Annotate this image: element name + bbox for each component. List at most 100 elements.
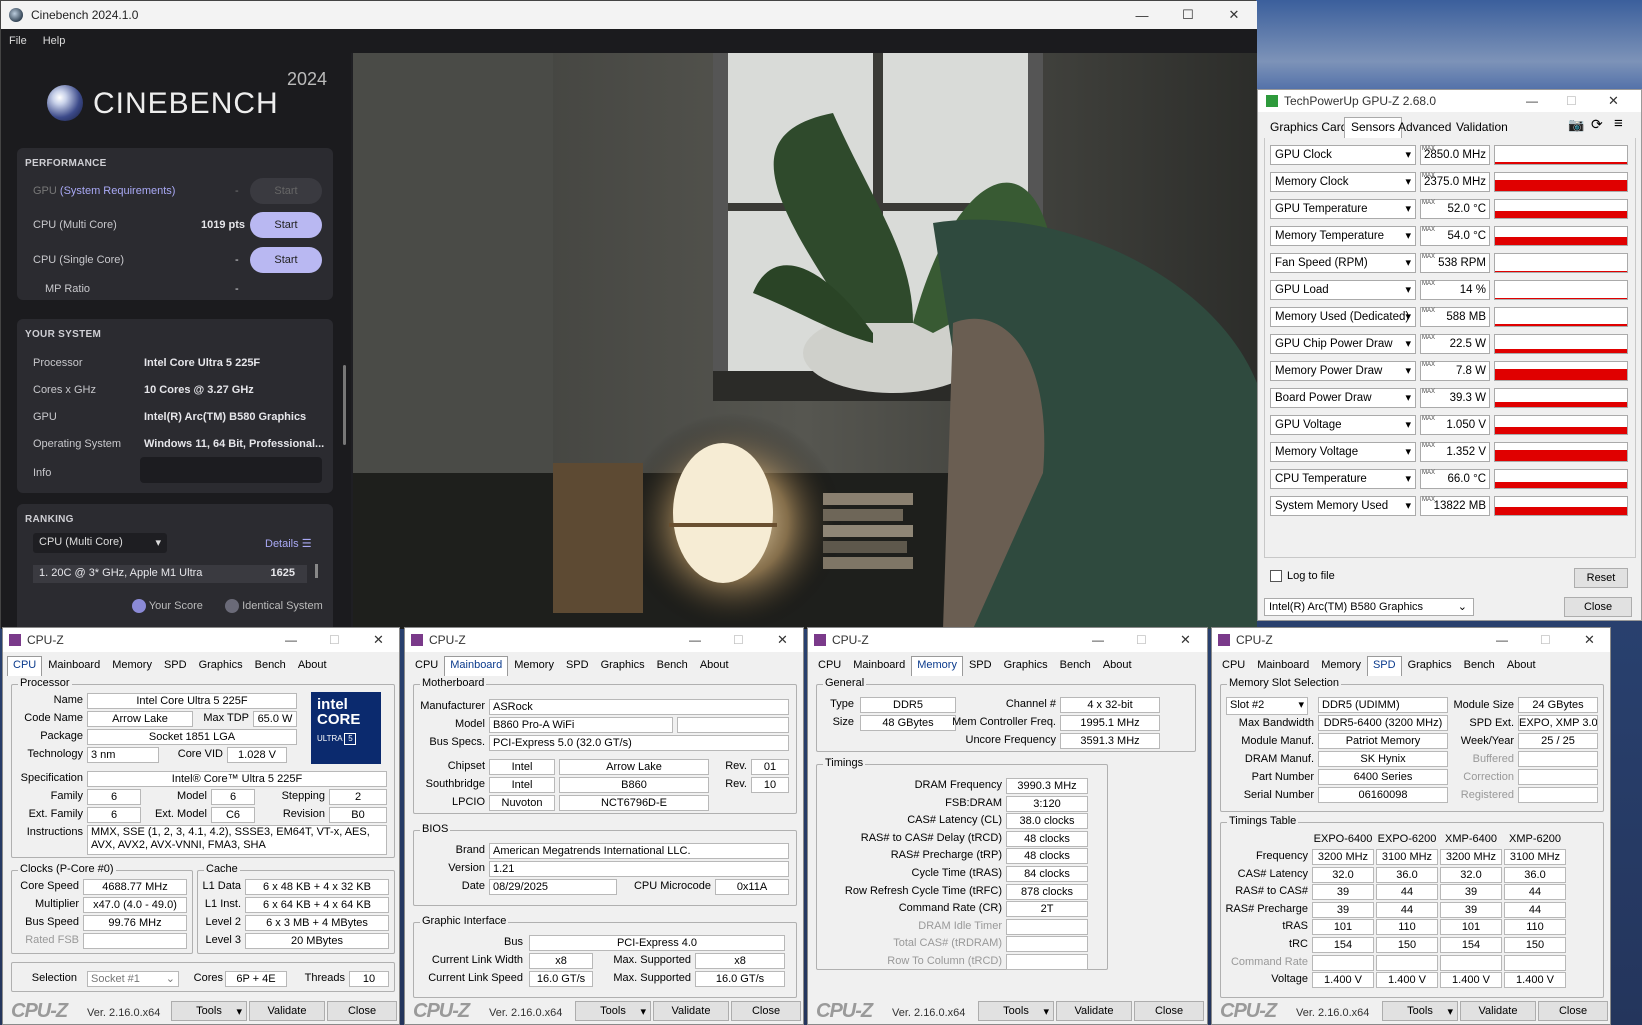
- tab-cpu[interactable]: CPU: [409, 656, 444, 676]
- system-requirements-link[interactable]: (System Requirements): [60, 185, 176, 197]
- sensor-name-dropdown[interactable]: GPU Chip Power Draw: [1270, 334, 1416, 354]
- sensor-name-dropdown[interactable]: Memory Clock: [1270, 172, 1416, 192]
- tab-spd[interactable]: SPD: [560, 656, 595, 676]
- maximize-button[interactable]: ☐: [1540, 633, 1551, 647]
- gpu-select-dropdown[interactable]: Intel(R) Arc(TM) B580 Graphics ⌄: [1264, 598, 1474, 616]
- gpuz-tab-validation[interactable]: Validation: [1456, 120, 1508, 134]
- single-core-start-button[interactable]: Start: [250, 247, 322, 273]
- sensor-name-dropdown[interactable]: CPU Temperature: [1270, 469, 1416, 489]
- sensor-name-dropdown[interactable]: Memory Voltage: [1270, 442, 1416, 462]
- sensor-name-dropdown[interactable]: GPU Clock: [1270, 145, 1416, 165]
- gpuz-minimize-button[interactable]: —: [1526, 94, 1538, 108]
- tab-about[interactable]: About: [694, 656, 735, 676]
- gpuz-reset-button[interactable]: Reset: [1574, 568, 1628, 588]
- details-link[interactable]: Details ☰: [265, 537, 312, 550]
- close-button[interactable]: ✕: [373, 632, 384, 648]
- tab-memory[interactable]: Memory: [1315, 656, 1367, 676]
- tab-spd[interactable]: SPD: [1366, 656, 1402, 676]
- close-action-button[interactable]: Close: [1538, 1001, 1608, 1021]
- sidebar-scrollbar[interactable]: [343, 365, 346, 445]
- tab-spd[interactable]: SPD: [158, 656, 193, 676]
- gpuz-maximize-button[interactable]: ☐: [1566, 94, 1577, 108]
- validate-button[interactable]: Validate: [653, 1001, 729, 1021]
- ranking-scrollbar[interactable]: [315, 564, 318, 578]
- socket-dropdown[interactable]: Socket #1 ⌄: [87, 971, 179, 987]
- tab-mainboard[interactable]: Mainboard: [42, 656, 106, 676]
- menu-icon[interactable]: ≡: [1614, 115, 1623, 132]
- tools-button[interactable]: Tools ▾: [978, 1001, 1054, 1021]
- multi-core-start-button[interactable]: Start: [250, 212, 322, 238]
- tab-about[interactable]: About: [292, 656, 333, 676]
- sensor-name-dropdown[interactable]: GPU Voltage: [1270, 415, 1416, 435]
- tab-memory[interactable]: Memory: [508, 656, 560, 676]
- sensor-name-dropdown[interactable]: Fan Speed (RPM): [1270, 253, 1416, 273]
- tab-about[interactable]: About: [1501, 656, 1542, 676]
- maximize-button[interactable]: ☐: [329, 633, 340, 647]
- validate-button[interactable]: Validate: [1460, 1001, 1536, 1021]
- tab-mainboard[interactable]: Mainboard: [1251, 656, 1315, 676]
- camera-icon[interactable]: 📷: [1568, 117, 1584, 133]
- tab-mainboard[interactable]: Mainboard: [444, 656, 509, 676]
- slot-dropdown[interactable]: Slot #2 ▾: [1226, 697, 1308, 715]
- sensor-name-dropdown[interactable]: Memory Used (Dedicated): [1270, 307, 1416, 327]
- gpu-start-button[interactable]: Start: [250, 178, 322, 204]
- tab-graphics[interactable]: Graphics: [193, 656, 249, 676]
- tab-memory[interactable]: Memory: [106, 656, 158, 676]
- tab-cpu[interactable]: CPU: [7, 656, 43, 676]
- tab-bench[interactable]: Bench: [651, 656, 694, 676]
- tab-mainboard[interactable]: Mainboard: [847, 656, 911, 676]
- module-size-label: Module Size: [1453, 699, 1514, 711]
- tab-cpu[interactable]: CPU: [1216, 656, 1251, 676]
- tab-bench[interactable]: Bench: [249, 656, 292, 676]
- gpuz-window: TechPowerUp GPU-Z 2.68.0 — ☐ ✕ Graphics …: [1257, 89, 1642, 621]
- minimize-button[interactable]: —: [689, 633, 701, 647]
- menu-file[interactable]: File: [9, 35, 27, 47]
- sensor-name-dropdown[interactable]: GPU Load: [1270, 280, 1416, 300]
- tools-button[interactable]: Tools ▾: [1382, 1001, 1458, 1021]
- menu-help[interactable]: Help: [43, 35, 66, 47]
- tab-spd[interactable]: SPD: [963, 656, 998, 676]
- gpuz-close-button[interactable]: ✕: [1608, 93, 1619, 109]
- close-action-button[interactable]: Close: [731, 1001, 801, 1021]
- close-button[interactable]: ✕: [1211, 1, 1257, 29]
- log-to-file-checkbox[interactable]: [1270, 570, 1282, 582]
- close-button[interactable]: ✕: [1180, 632, 1191, 648]
- tab-about[interactable]: About: [1097, 656, 1138, 676]
- close-action-button[interactable]: Close: [1134, 1001, 1204, 1021]
- minimize-button[interactable]: —: [1119, 1, 1165, 29]
- timing-row-label: Voltage: [1271, 973, 1308, 986]
- gpuz-close-action-button[interactable]: Close: [1564, 597, 1632, 617]
- minimize-button[interactable]: —: [1496, 633, 1508, 647]
- close-button[interactable]: ✕: [1584, 632, 1595, 648]
- tab-bench[interactable]: Bench: [1458, 656, 1501, 676]
- close-button[interactable]: ✕: [777, 632, 788, 648]
- info-field[interactable]: [140, 457, 322, 483]
- sensor-name-dropdown[interactable]: Memory Temperature: [1270, 226, 1416, 246]
- sensor-name-dropdown[interactable]: GPU Temperature: [1270, 199, 1416, 219]
- gpuz-tab-advanced[interactable]: Advanced: [1398, 120, 1451, 134]
- sensor-name-dropdown[interactable]: Memory Power Draw: [1270, 361, 1416, 381]
- sensor-name-dropdown[interactable]: Board Power Draw: [1270, 388, 1416, 408]
- tab-graphics[interactable]: Graphics: [998, 656, 1054, 676]
- refresh-icon[interactable]: ⟳: [1591, 116, 1603, 133]
- tab-graphics[interactable]: Graphics: [1402, 656, 1458, 676]
- gpuz-tab-graphics-card[interactable]: Graphics Card: [1270, 120, 1347, 134]
- minimize-button[interactable]: —: [1092, 633, 1104, 647]
- tab-graphics[interactable]: Graphics: [595, 656, 651, 676]
- maximize-button[interactable]: ☐: [733, 633, 744, 647]
- maximize-button[interactable]: ☐: [1165, 1, 1211, 29]
- ranking-dropdown[interactable]: CPU (Multi Core) ▾: [33, 533, 167, 553]
- ranking-entry[interactable]: 1. 20C @ 3* GHz, Apple M1 Ultra 1625: [33, 565, 307, 583]
- minimize-button[interactable]: —: [285, 633, 297, 647]
- tools-button[interactable]: Tools ▾: [575, 1001, 651, 1021]
- tools-button[interactable]: Tools ▾: [171, 1001, 247, 1021]
- maximize-button[interactable]: ☐: [1136, 633, 1147, 647]
- tab-bench[interactable]: Bench: [1054, 656, 1097, 676]
- tab-memory[interactable]: Memory: [911, 656, 963, 676]
- gpuz-tab-sensors[interactable]: Sensors: [1344, 117, 1403, 138]
- close-action-button[interactable]: Close: [327, 1001, 397, 1021]
- sensor-name-dropdown[interactable]: System Memory Used: [1270, 496, 1416, 516]
- validate-button[interactable]: Validate: [1056, 1001, 1132, 1021]
- validate-button[interactable]: Validate: [249, 1001, 325, 1021]
- tab-cpu[interactable]: CPU: [812, 656, 847, 676]
